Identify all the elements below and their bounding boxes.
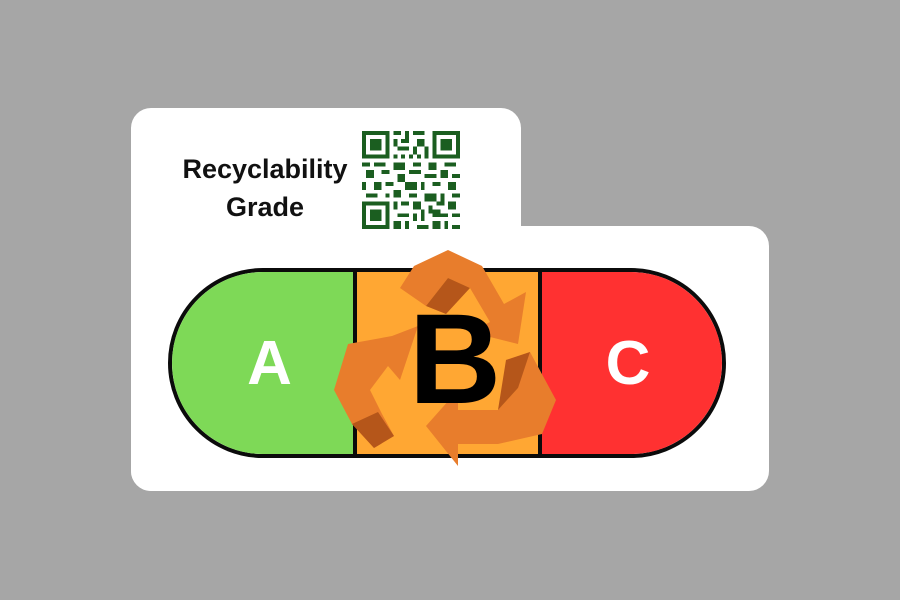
grade-c-label: C xyxy=(605,328,651,398)
selected-grade-label: B xyxy=(408,288,502,431)
title-line-2: Grade xyxy=(225,192,305,222)
grade-c-segment: C xyxy=(542,272,722,454)
qr-code-icon[interactable] xyxy=(362,131,460,229)
grade-a-label: A xyxy=(247,328,292,398)
recyclability-label: Recyclability Grade A C B xyxy=(0,0,900,600)
label-title: Recyclability Grade xyxy=(160,150,370,226)
title-line-1: Recyclability xyxy=(182,154,348,184)
